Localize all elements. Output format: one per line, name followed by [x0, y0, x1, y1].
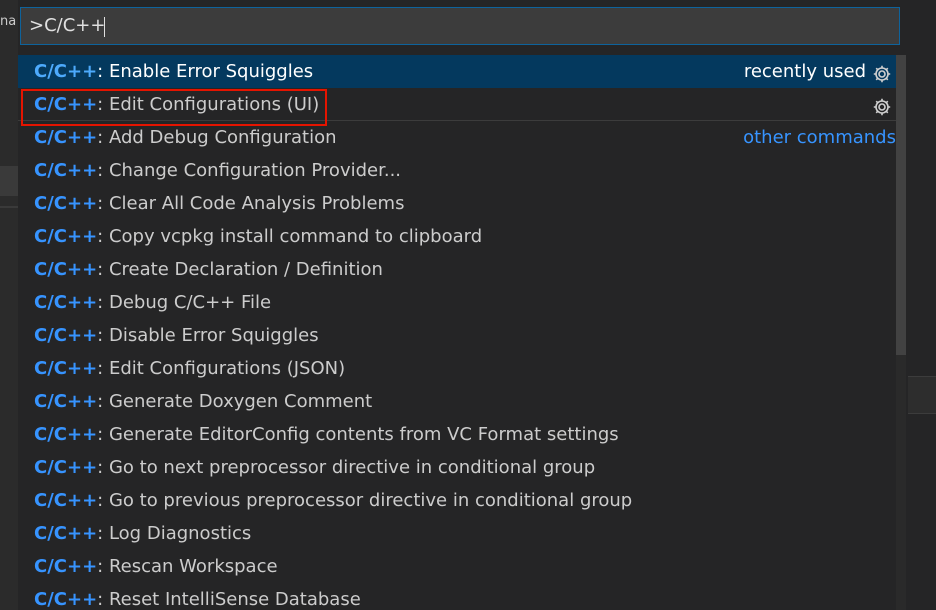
gear-icon[interactable] — [872, 62, 892, 83]
recently-used-label: recently used — [743, 61, 866, 82]
command-item[interactable]: C/C++: Clear All Code Analysis Problems — [18, 187, 896, 220]
command-prefix: C/C++ — [34, 226, 98, 247]
command-label: C/C++: Rescan Workspace — [34, 550, 278, 583]
command-text: : Edit Configurations (JSON) — [97, 358, 346, 379]
command-text: : Rescan Workspace — [97, 556, 278, 577]
command-item[interactable]: C/C++: Create Declaration / Definition — [18, 253, 896, 286]
command-label: C/C++: Debug C/C++ File — [34, 286, 271, 319]
command-text: : Log Diagnostics — [97, 523, 252, 544]
background-editor-right — [908, 0, 936, 610]
command-text: : Disable Error Squiggles — [97, 325, 319, 346]
command-label: C/C++: Edit Configurations (UI) — [34, 88, 319, 121]
command-item[interactable]: C/C++: Reset IntelliSense Database — [18, 583, 896, 610]
command-label: C/C++: Reset IntelliSense Database — [34, 583, 361, 610]
command-prefix: C/C++ — [34, 424, 98, 445]
command-item[interactable]: C/C++: Go to previous preprocessor direc… — [18, 484, 896, 517]
command-prefix: C/C++ — [34, 259, 98, 280]
command-prefix: C/C++ — [34, 193, 98, 214]
command-text: : Generate Doxygen Comment — [97, 391, 373, 412]
command-palette-input-box[interactable] — [20, 7, 900, 45]
command-prefix: C/C++ — [34, 127, 98, 148]
command-text: : Edit Configurations (UI) — [97, 94, 320, 115]
command-label: C/C++: Generate EditorConfig contents fr… — [34, 418, 619, 451]
command-label: C/C++: Generate Doxygen Comment — [34, 385, 372, 418]
command-item[interactable]: C/C++: Edit Configurations (JSON) — [18, 352, 896, 385]
command-label: C/C++: Change Configuration Provider... — [34, 154, 401, 187]
command-item[interactable]: C/C++: Log Diagnostics — [18, 517, 896, 550]
scrollbar-thumb[interactable] — [896, 55, 906, 355]
background-text-fragment: na — [0, 14, 17, 29]
command-item[interactable]: C/C++: Go to next preprocessor directive… — [18, 451, 896, 484]
command-palette-input[interactable] — [29, 8, 889, 44]
text-cursor — [104, 17, 105, 37]
command-prefix: C/C++ — [34, 490, 98, 511]
command-label: C/C++: Create Declaration / Definition — [34, 253, 383, 286]
command-item[interactable]: C/C++: Generate EditorConfig contents fr… — [18, 418, 896, 451]
command-prefix: C/C++ — [34, 589, 98, 610]
command-prefix: C/C++ — [34, 523, 98, 544]
command-item[interactable]: C/C++: Rescan Workspace — [18, 550, 896, 583]
command-text: : Add Debug Configuration — [97, 127, 337, 148]
scrollbar[interactable] — [896, 55, 906, 610]
command-label: C/C++: Go to next preprocessor directive… — [34, 451, 595, 484]
command-list: C/C++: Enable Error Squiggles recently us… — [18, 55, 896, 610]
command-text: : Change Configuration Provider... — [97, 160, 402, 181]
command-prefix: C/C++ — [34, 457, 98, 478]
other-commands-label: other commands — [743, 127, 896, 148]
command-text: : Create Declaration / Definition — [97, 259, 383, 280]
command-label: C/C++: Edit Configurations (JSON) — [34, 352, 345, 385]
command-label: C/C++: Clear All Code Analysis Problems — [34, 187, 404, 220]
command-label: C/C++: Add Debug Configuration — [34, 121, 337, 154]
command-prefix: C/C++ — [34, 358, 98, 379]
command-item[interactable]: C/C++: Copy vcpkg install command to cli… — [18, 220, 896, 253]
command-text: : Go to previous preprocessor directive … — [97, 490, 633, 511]
command-item[interactable]: C/C++: Change Configuration Provider... — [18, 154, 896, 187]
background-strip — [0, 166, 18, 196]
command-label: C/C++: Enable Error Squiggles — [34, 55, 313, 88]
background-divider — [0, 206, 18, 208]
command-prefix: C/C++ — [34, 391, 98, 412]
command-prefix: C/C++ — [34, 160, 98, 181]
gear-icon[interactable] — [872, 95, 892, 116]
command-item[interactable]: C/C++: Enable Error Squiggles recently us… — [18, 55, 896, 88]
command-label: C/C++: Go to previous preprocessor direc… — [34, 484, 632, 517]
command-text: : Enable Error Squiggles — [97, 61, 314, 82]
command-text: : Clear All Code Analysis Problems — [97, 193, 405, 214]
command-prefix: C/C++ — [34, 325, 98, 346]
command-prefix: C/C++ — [34, 292, 98, 313]
command-text: : Debug C/C++ File — [97, 292, 272, 313]
command-text: : Copy vcpkg install command to clipboar… — [97, 226, 483, 247]
command-text: : Generate EditorConfig contents from VC… — [97, 424, 619, 445]
background-panel-tab — [908, 376, 936, 414]
command-prefix: C/C++ — [34, 94, 98, 115]
command-label: C/C++: Copy vcpkg install command to cli… — [34, 220, 482, 253]
command-item[interactable]: C/C++: Generate Doxygen Comment — [18, 385, 896, 418]
command-item[interactable]: C/C++: Edit Configurations (UI) — [18, 88, 896, 121]
command-item[interactable]: C/C++: Debug C/C++ File — [18, 286, 896, 319]
command-prefix: C/C++ — [34, 61, 98, 82]
command-text: : Go to next preprocessor directive in c… — [97, 457, 596, 478]
command-label: C/C++: Log Diagnostics — [34, 517, 251, 550]
command-item[interactable]: C/C++: Disable Error Squiggles — [18, 319, 896, 352]
background-editor-left: na — [0, 0, 18, 610]
command-text: : Reset IntelliSense Database — [97, 589, 361, 610]
command-palette: C/C++: Enable Error Squigglesrecently us… — [18, 0, 908, 610]
command-prefix: C/C++ — [34, 556, 98, 577]
command-item[interactable]: C/C++: Add Debug Configuration other comm… — [18, 121, 896, 154]
command-label: C/C++: Disable Error Squiggles — [34, 319, 319, 352]
